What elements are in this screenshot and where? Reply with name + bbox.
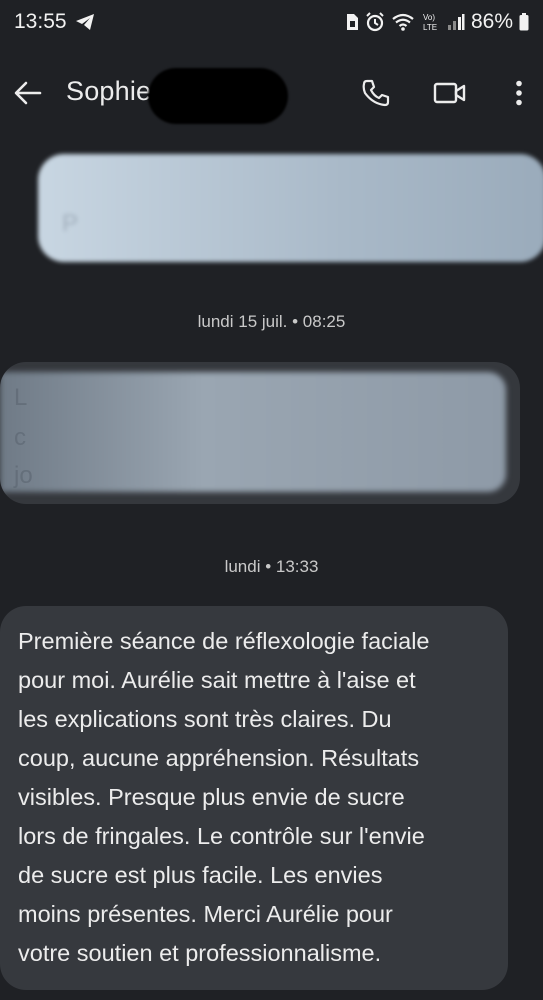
messages-screen: 13:55 Vo) LTE 86% Sophie P lundi 15 juil… bbox=[0, 0, 543, 1000]
redaction-mark bbox=[148, 68, 288, 124]
blurred-text: P bbox=[62, 210, 79, 237]
blurred-message-bubble[interactable]: L c jo bbox=[0, 362, 520, 504]
status-time: 13:55 bbox=[14, 10, 67, 33]
message-text: Première séance de réflexologie faciale … bbox=[18, 628, 430, 966]
incoming-message-bubble[interactable]: Première séance de réflexologie faciale … bbox=[0, 606, 508, 990]
blurred-message-bubble[interactable]: P bbox=[38, 154, 543, 262]
battery-icon bbox=[519, 13, 529, 31]
video-camera-icon bbox=[433, 82, 466, 104]
message-timestamp: lundi • 13:33 bbox=[224, 557, 319, 576]
status-bar: 13:55 Vo) LTE 86% bbox=[0, 0, 543, 44]
phone-icon bbox=[362, 79, 390, 107]
call-button[interactable] bbox=[356, 73, 396, 113]
blurred-text: c bbox=[14, 424, 26, 451]
alarm-icon bbox=[365, 12, 385, 32]
more-vert-icon bbox=[516, 80, 522, 106]
volte-icon: Vo) LTE bbox=[421, 11, 441, 33]
blurred-text: L bbox=[14, 384, 28, 411]
more-options-button[interactable] bbox=[504, 73, 534, 113]
video-call-button[interactable] bbox=[428, 73, 472, 113]
blurred-text: jo bbox=[14, 462, 33, 489]
wifi-icon bbox=[391, 13, 415, 31]
status-left: 13:55 bbox=[14, 10, 95, 34]
telegram-icon bbox=[75, 13, 95, 31]
back-arrow-icon bbox=[14, 81, 42, 105]
signal-icon bbox=[447, 13, 465, 31]
sim-icon bbox=[345, 13, 359, 31]
svg-text:Vo): Vo) bbox=[423, 13, 435, 22]
status-right: Vo) LTE 86% bbox=[345, 10, 529, 34]
contact-name[interactable]: Sophie bbox=[66, 76, 151, 107]
back-button[interactable] bbox=[8, 73, 48, 113]
conversation-header: Sophie bbox=[0, 60, 543, 126]
lte-label: LTE bbox=[423, 23, 437, 32]
battery-percent: 86% bbox=[470, 10, 513, 33]
blurred-content bbox=[0, 372, 506, 492]
message-timestamp: lundi 15 juil. • 08:25 bbox=[197, 312, 346, 331]
